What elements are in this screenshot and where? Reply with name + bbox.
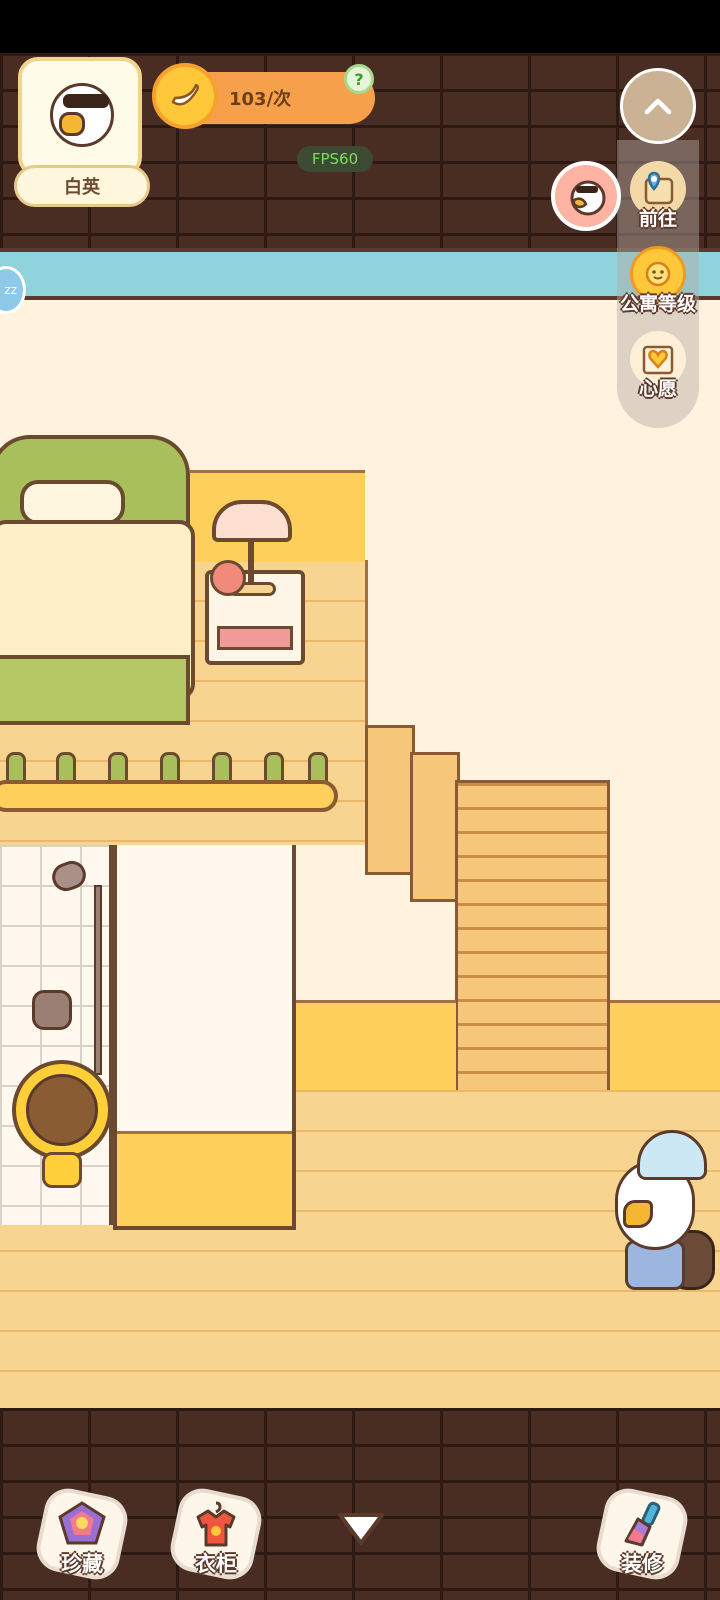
teddy-bear[interactable] (210, 560, 246, 596)
sunflower-face (26, 1074, 98, 1146)
nightstand-drawer (217, 626, 293, 650)
bed-pillow (20, 480, 125, 525)
banana-icon (152, 63, 218, 129)
banana-count: 103/次 (229, 89, 292, 110)
partition-wall (113, 845, 296, 1230)
chevron-up-icon (644, 98, 672, 115)
decorate-button[interactable]: 装修 (592, 1484, 692, 1584)
wardrobe-button[interactable]: 衣柜 (166, 1484, 266, 1584)
fps-counter: FPS60 (297, 146, 373, 172)
nightcap (637, 1130, 707, 1180)
apartment-level-button[interactable]: 公寓等级 (620, 240, 696, 316)
window-strip (0, 248, 720, 300)
eagle-avatar-icon (570, 180, 606, 216)
goto-button[interactable]: 前往 (620, 155, 696, 231)
eagle-avatar-face (50, 83, 114, 147)
shirt-hanger-icon (190, 1500, 242, 1548)
eagle-beak (623, 1200, 653, 1228)
player-avatar[interactable] (18, 57, 142, 177)
stair-step (365, 725, 415, 875)
goto-label: 前往 (638, 208, 677, 230)
loft-railing (0, 780, 338, 812)
bed[interactable] (0, 435, 195, 735)
eagle-character[interactable] (605, 1130, 715, 1300)
sunglasses-icon (63, 94, 109, 108)
avatar-beak (59, 112, 85, 136)
sunflower-body (42, 1152, 82, 1188)
chevron-down-icon (338, 1513, 384, 1545)
expand-bar-button[interactable] (334, 1509, 388, 1551)
collection-label: 珍藏 (61, 1552, 103, 1576)
sunflower-character[interactable] (12, 1060, 112, 1190)
player-name: 白英 (14, 165, 150, 207)
lamp-pole (248, 540, 254, 585)
decorate-label: 装修 (621, 1552, 663, 1576)
game-screen: 白英 103/次 ? FPS60 前往 公寓等级 心愿 zz 珍藏 衣柜 装修 (0, 0, 720, 1600)
stair-step (410, 752, 460, 902)
wardrobe-label: 衣柜 (195, 1552, 237, 1576)
partition-panel (117, 1131, 292, 1226)
wish-label: 心愿 (638, 378, 677, 400)
wish-button[interactable]: 心愿 (620, 325, 696, 401)
table-lamp[interactable] (212, 500, 292, 542)
bed-frame (0, 655, 190, 725)
apartment-level-label: 公寓等级 (620, 293, 697, 315)
wall-panel (296, 1000, 456, 1095)
status-bar (0, 0, 720, 53)
paintbrush-icon (616, 1500, 668, 1548)
shower-pipe (94, 885, 102, 1075)
staircase (455, 780, 610, 1115)
visitor-avatar[interactable] (551, 161, 621, 231)
treasure-icon (56, 1500, 108, 1548)
water-tap (32, 990, 72, 1030)
collapse-menu-button[interactable] (620, 68, 696, 144)
help-button[interactable]: ? (344, 64, 374, 94)
collection-button[interactable]: 珍藏 (32, 1484, 132, 1584)
wall-panel (610, 1000, 720, 1095)
